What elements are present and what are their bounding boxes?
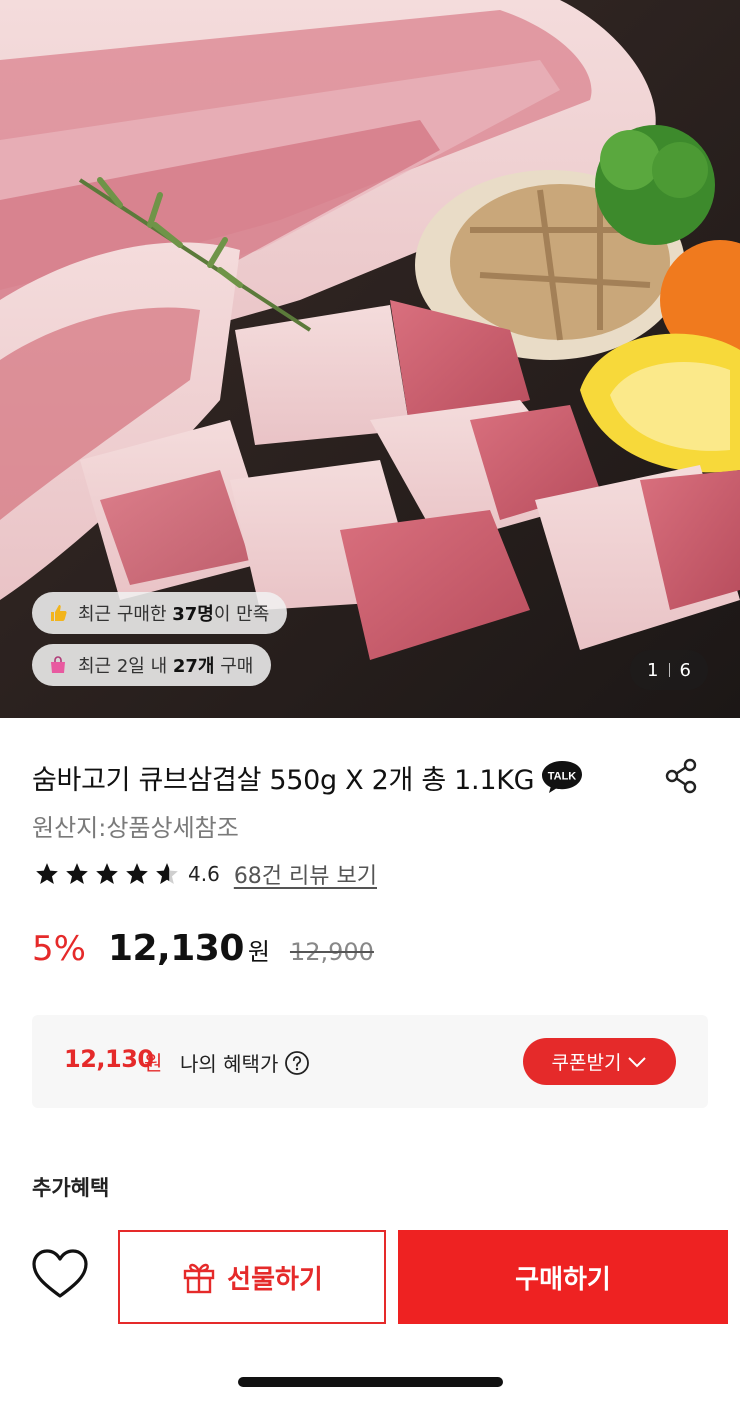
star-icon	[96, 863, 118, 884]
benefit-label: 나의 혜택가	[180, 1048, 310, 1077]
extra-benefit-heading: 추가혜택	[32, 1176, 110, 1200]
original-price: 12,900	[289, 938, 374, 966]
product-image-carousel[interactable]: 최근 구매한 37명이 만족 최근 2일 내 27개 구매 1 6	[0, 0, 740, 718]
rating-row: 4.6 68건 리뷰 보기	[34, 858, 377, 890]
price-unit: 원	[247, 938, 270, 966]
rating-value: 4.6	[188, 862, 220, 886]
coupon-download-button[interactable]: 쿠폰받기	[523, 1038, 676, 1085]
star-icon	[66, 863, 88, 884]
shopping-bag-icon	[48, 655, 68, 675]
help-icon[interactable]	[284, 1050, 310, 1076]
talk-badge-text: TALK	[548, 771, 577, 783]
benefit-price-unit: 원	[144, 1051, 163, 1075]
buy-button-label: 구매하기	[515, 1264, 611, 1295]
pager-divider	[668, 663, 670, 677]
recent-purchases-badge: 최근 2일 내 27개 구매	[32, 644, 272, 686]
price-row: 5% 12,130 원 12,900	[32, 928, 374, 978]
satisfaction-text: 최근 구매한 37명이 만족	[78, 604, 270, 625]
recent-purchases-text: 최근 2일 내 27개 구매	[78, 656, 254, 677]
pager-current: 1	[647, 659, 659, 681]
origin-info: 원산지:상품상세참조	[32, 814, 239, 842]
heart-icon	[32, 1248, 88, 1298]
thumbs-up-icon	[48, 603, 68, 623]
my-benefit-price-box: 12,130 원 나의 혜택가 쿠폰받기	[32, 1015, 708, 1108]
wishlist-button[interactable]	[30, 1247, 90, 1303]
share-icon[interactable]	[664, 757, 700, 795]
gift-button[interactable]: 선물하기	[118, 1230, 386, 1324]
benefit-price: 12,130	[64, 1045, 154, 1073]
home-indicator[interactable]	[238, 1377, 503, 1387]
coupon-button-label: 쿠폰받기	[551, 1052, 622, 1074]
star-rating	[34, 861, 180, 887]
review-link[interactable]: 68건 리뷰 보기	[234, 858, 377, 890]
star-icon	[36, 863, 58, 884]
chevron-down-icon	[628, 1056, 647, 1067]
sale-price: 12,130	[107, 928, 244, 969]
star-icon	[126, 863, 148, 884]
pager-total: 6	[679, 659, 691, 681]
product-title-row: 숨바고기 큐브삼겹살 550g X 2개 총 1.1KG TALK	[32, 755, 708, 799]
benefit-label-text: 나의 혜택가	[180, 1052, 279, 1076]
half-star-icon	[156, 863, 178, 884]
gift-button-label: 선물하기	[227, 1264, 323, 1295]
satisfaction-badge: 최근 구매한 37명이 만족	[32, 592, 288, 634]
buy-button[interactable]: 구매하기	[398, 1230, 728, 1324]
product-title: 숨바고기 큐브삼겹살 550g X 2개 총 1.1KG	[32, 764, 535, 796]
image-pager: 1 6	[630, 650, 708, 690]
kakao-talk-icon[interactable]: TALK	[540, 759, 584, 795]
discount-rate: 5%	[32, 929, 86, 969]
gift-icon	[183, 1263, 215, 1294]
